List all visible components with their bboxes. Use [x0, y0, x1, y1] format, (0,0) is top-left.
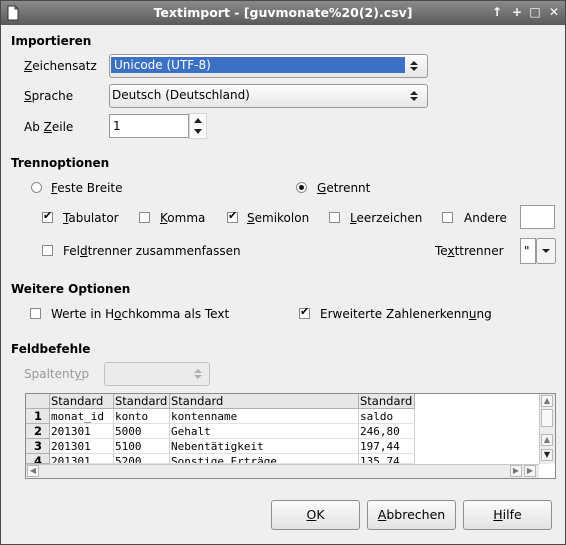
help-button[interactable]: Hilfe	[463, 500, 552, 530]
language-label: Sprache	[24, 89, 74, 103]
quoted-as-text-label: Werte in Hochkomma als Text	[51, 307, 230, 321]
from-row-value: 1	[113, 119, 121, 133]
shade-button[interactable]: ↑	[489, 4, 505, 20]
fields-heading: Feldbefehle	[11, 342, 91, 356]
column-type-select[interactable]	[104, 362, 210, 386]
table-cell: kontenname	[170, 409, 359, 424]
text-delimiter-input[interactable]: "	[520, 238, 536, 264]
corner-cell	[26, 394, 50, 409]
separated-radio[interactable]	[296, 182, 307, 193]
scroll-down-icon[interactable]: ▼	[541, 449, 553, 461]
charset-select[interactable]: Unicode (UTF-8)	[109, 54, 428, 78]
column-header[interactable]: Standard	[114, 394, 170, 409]
from-row-label: Ab Zeile	[24, 120, 74, 134]
language-value: Deutsch (Deutschland)	[112, 88, 250, 102]
table-cell: 201301	[50, 439, 114, 454]
tab-checkbox[interactable]: ✔	[42, 209, 53, 223]
table-cell: 201301	[50, 424, 114, 439]
table-cell: Nebentätigkeit	[170, 439, 359, 454]
cancel-button[interactable]: Abbrechen	[367, 500, 456, 530]
from-row-input[interactable]: 1	[109, 114, 189, 138]
other-separator-input[interactable]	[520, 205, 555, 229]
updown-arrows-icon	[410, 61, 418, 71]
vertical-scrollbar[interactable]: ▲ ▲ ▼	[539, 394, 555, 464]
space-label: Leerzeichen	[350, 211, 423, 225]
other-label: Andere	[464, 211, 507, 225]
row-number[interactable]: 4	[26, 454, 50, 464]
page-right-icon[interactable]: ▶	[510, 465, 522, 477]
window-title: Textimport - [guvmonate%20(2).csv]	[153, 5, 413, 20]
check-mark-icon: ✔	[43, 209, 53, 222]
table-cell: monat_id	[50, 409, 114, 424]
other-checkbox[interactable]	[442, 212, 453, 223]
detect-numbers-label: Erweiterte Zahlenerkennung	[320, 307, 492, 321]
check-mark-icon: ✔	[300, 305, 310, 318]
fixed-width-radio[interactable]	[31, 182, 42, 193]
title-bar[interactable]: Textimport - [guvmonate%20(2).csv] ↑ + □…	[1, 1, 565, 25]
updown-arrows-icon	[194, 369, 202, 379]
fixed-width-label: Feste Breite	[51, 181, 123, 195]
semicolon-label: Semikolon	[247, 211, 310, 225]
scroll-left-icon[interactable]: ◀	[27, 465, 39, 477]
column-header[interactable]: Standard	[50, 394, 114, 409]
text-delimiter-value: "	[524, 244, 530, 258]
table-cell: 5100	[114, 439, 170, 454]
table-cell: 5000	[114, 424, 170, 439]
textimport-dialog: Textimport - [guvmonate%20(2).csv] ↑ + □…	[0, 0, 566, 545]
row-number[interactable]: 3	[26, 439, 50, 454]
sticky-button[interactable]: +	[509, 4, 525, 20]
charset-label: Zeichensatz	[24, 59, 97, 73]
text-delimiter-label: Texttrenner	[435, 244, 504, 258]
page-up-icon[interactable]: ▲	[541, 434, 553, 446]
from-row-spinner[interactable]	[189, 113, 207, 139]
table-cell: 197,44	[359, 439, 415, 454]
scroll-thumb[interactable]	[541, 409, 553, 427]
column-header[interactable]: Standard	[359, 394, 415, 409]
close-button[interactable]: ✕	[546, 4, 562, 20]
scroll-right-icon[interactable]: ▶	[524, 465, 536, 477]
merge-delimiters-checkbox[interactable]	[42, 245, 53, 256]
separator-heading: Trennoptionen	[11, 156, 110, 170]
table-cell: 5200	[114, 454, 170, 464]
comma-checkbox[interactable]	[139, 212, 150, 223]
preview-table[interactable]: Standard Standard Standard Standard 1 mo…	[25, 393, 556, 479]
row-number[interactable]: 2	[26, 424, 50, 439]
column-header[interactable]: Standard	[170, 394, 359, 409]
updown-arrows-icon	[410, 91, 418, 101]
detect-numbers-checkbox[interactable]: ✔	[299, 305, 310, 319]
quoted-as-text-checkbox[interactable]	[30, 308, 41, 319]
table-cell: 135,74	[359, 454, 415, 464]
language-select[interactable]: Deutsch (Deutschland)	[109, 84, 428, 108]
import-heading: Importieren	[11, 34, 92, 48]
other-options-heading: Weitere Optionen	[11, 282, 131, 296]
table-cell: Gehalt	[170, 424, 359, 439]
merge-delimiters-label: Feldtrenner zusammenfassen	[63, 244, 241, 258]
ok-button[interactable]: OK	[271, 500, 360, 530]
comma-label: Komma	[160, 211, 206, 225]
separated-label: Getrennt	[317, 181, 371, 195]
row-number[interactable]: 1	[26, 409, 50, 424]
check-mark-icon: ✔	[228, 209, 238, 222]
maximize-button[interactable]: □	[527, 4, 543, 20]
table-cell: 246,80	[359, 424, 415, 439]
horizontal-scrollbar[interactable]: ◀ ▶ ▶	[26, 464, 539, 478]
charset-value: Unicode (UTF-8)	[111, 57, 405, 73]
table-cell: konto	[114, 409, 170, 424]
text-delimiter-dropdown-button[interactable]	[536, 238, 556, 264]
semicolon-checkbox[interactable]: ✔	[227, 209, 238, 223]
table-cell: 201301	[50, 454, 114, 464]
table-cell: saldo	[359, 409, 415, 424]
tab-label: Tabulator	[63, 211, 119, 225]
table-cell: Sonstige Erträge	[170, 454, 359, 464]
space-checkbox[interactable]	[329, 212, 340, 223]
column-type-label: Spaltentyp	[24, 367, 90, 381]
scroll-up-icon[interactable]: ▲	[541, 395, 553, 407]
